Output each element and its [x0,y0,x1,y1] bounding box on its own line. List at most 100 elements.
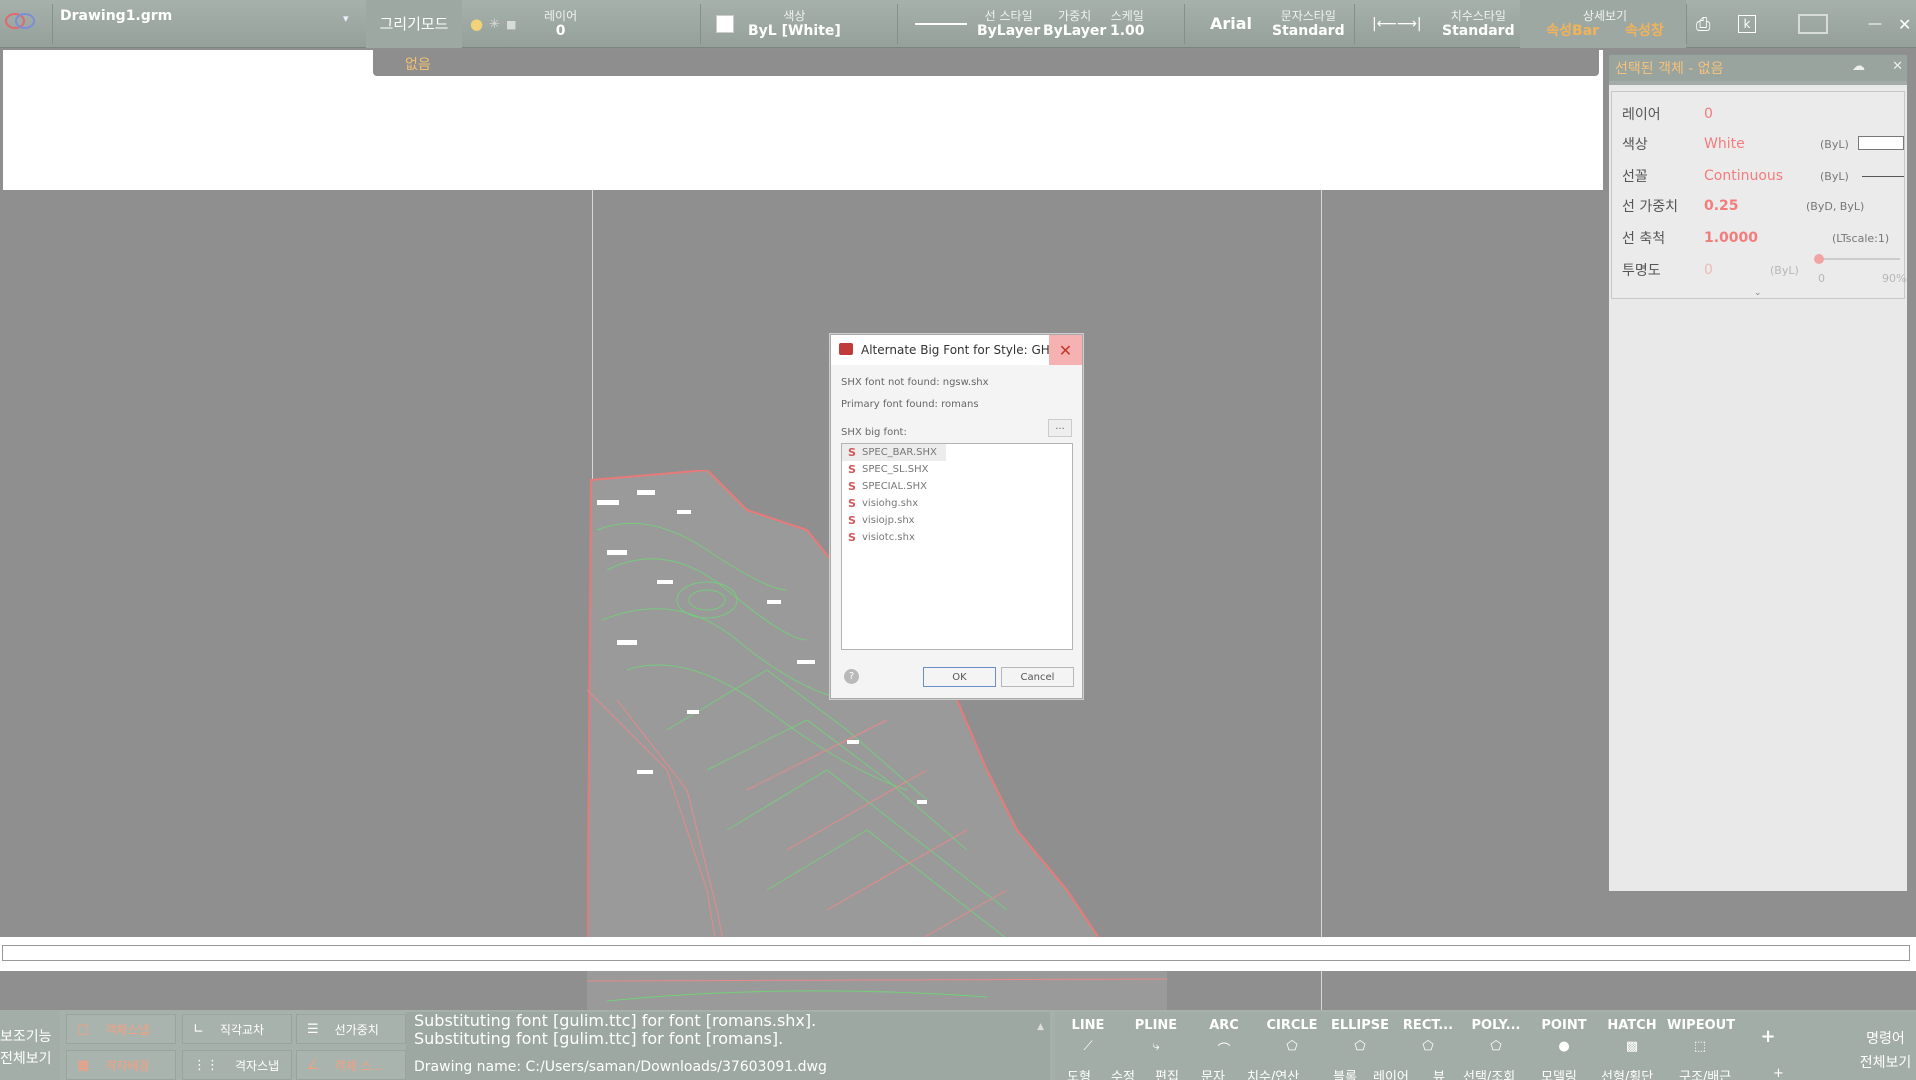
property-row-lineweight[interactable]: 선 가중치 0.25 (ByD, ByL) [1622,196,1902,216]
lineweight-button[interactable]: ☰ 선가중치 [296,1014,406,1044]
tab-dimension[interactable]: 치수/연산 [1247,1066,1299,1080]
tab-view[interactable]: 뷰 [1433,1066,1445,1080]
lightbulb-icon[interactable]: ● [470,15,483,33]
line-icon: ⟋ [1083,1039,1093,1054]
list-item[interactable]: S SPEC_BAR.SHX [842,444,946,461]
command-log[interactable]: Substituting font [gulim.ttc] for font [… [406,1012,1050,1080]
tool-circle[interactable]: CIRCLE ⬠ [1259,1018,1325,1054]
font-list[interactable]: S SPEC_BAR.SHX S SPEC_SL.SHX S SPECIAL.SHX … [841,443,1073,650]
tool-hatch[interactable]: HATCH ▩ [1599,1018,1665,1054]
tab-alignment[interactable]: 선형/횡단 [1601,1066,1653,1080]
document-title[interactable]: Drawing1.grm [60,8,172,24]
print-icon[interactable]: ⎙ [1696,14,1710,35]
tab-modeling[interactable]: 모델링 [1541,1066,1577,1080]
textstyle-selector[interactable]: 문자스타일 Standard [1272,0,1345,48]
layout-subbar: 없음 [373,50,1599,76]
grid-background-button[interactable]: ▦ 격자배경 [66,1050,176,1080]
tab-modify[interactable]: 수정 [1111,1066,1135,1080]
panel-title: 선택된 객체 - 없음 [1615,61,1724,77]
grid-snap-button[interactable]: ⋮⋮ 격자스냅 [182,1050,292,1080]
scale-selector[interactable]: 스케일 1.00 [1110,0,1145,48]
collapse-chevron-icon[interactable]: ⌄ [1754,288,1762,298]
tab-block[interactable]: 블록 [1333,1066,1357,1080]
ok-button[interactable]: OK [923,667,996,687]
tool-wipeout[interactable]: WIPEOUT ⬚ [1667,1018,1735,1054]
panel-close-icon[interactable]: ✕ [1892,59,1903,74]
dialog-app-icon [839,343,853,355]
pline-icon: ⤷ [1152,1039,1160,1054]
property-row-color[interactable]: 색상 White (ByL) [1622,134,1904,154]
color-swatch[interactable] [716,15,734,33]
log-scroll-up-icon[interactable]: ▲ [1037,1018,1044,1036]
tool-point[interactable]: POINT ● [1531,1018,1597,1054]
add-tool-button[interactable]: + [1735,1026,1801,1047]
tab-layer[interactable]: 레이어 [1373,1066,1409,1080]
tab-edit[interactable]: 편집 [1155,1066,1179,1080]
tool-rect[interactable]: RECT... ⬠ [1395,1018,1461,1054]
dimstyle-selector[interactable]: 치수스타일 Standard [1442,0,1515,48]
tab-add[interactable]: + [1773,1066,1784,1080]
property-bar-toggle[interactable]: 속성Bar [1546,23,1599,39]
monitor-icon[interactable] [1798,14,1828,34]
horizontal-scrollbar[interactable] [0,937,1916,971]
object-snap-button[interactable]: □ 객체스냅 [66,1014,176,1044]
transparency-slider-handle[interactable] [1814,254,1824,264]
detail-view-label: 상세보기 [1582,8,1628,23]
polygon-icon: ⬠ [1490,1039,1502,1054]
help-icon[interactable]: ? [844,669,859,684]
tab-structure[interactable]: 구조/배근 [1679,1066,1731,1080]
circle-icon: ⬠ [1286,1039,1298,1054]
property-row-linetype[interactable]: 선꼴 Continuous (ByL) [1622,166,1904,186]
full-view-label[interactable]: 전체보기 [0,1048,52,1068]
aux-functions-label[interactable]: 보조기능 [0,1026,52,1046]
command-panel-toggle[interactable]: 명령어 전체보기 [1855,1012,1916,1080]
ortho-button[interactable]: ∟ 직각교차 [182,1014,292,1044]
minimize-icon[interactable]: — [1868,16,1882,32]
property-row-linescale[interactable]: 선 축척 1.0000 (LTscale:1) [1622,228,1902,248]
property-window-toggle[interactable]: 속성창 [1625,23,1664,39]
list-item[interactable]: Svisiojp.shx [842,512,1072,529]
dialog-message-missing: SHX font not found: ngsw.shx [841,377,989,388]
tool-ellipse[interactable]: ELLIPSE ⬠ [1327,1018,1393,1054]
document-dropdown-icon[interactable]: ▾ [343,12,349,25]
color-preview-box [1858,136,1904,150]
subbar-label: 없음 [405,57,431,73]
list-item[interactable]: S SPECIAL.SHX [842,478,1072,495]
shx-file-icon: S [848,497,856,510]
cad-drawing-lower [587,971,1167,1010]
draw-mode-button[interactable]: 그리기모드 [366,0,462,48]
object-snap-tracking-button[interactable]: ∠ 객체 스... [296,1050,406,1080]
cloud-icon[interactable]: ☁ [1852,59,1865,74]
list-item[interactable]: Svisiotc.shx [842,529,1072,546]
list-item[interactable]: Svisiohg.shx [842,495,1072,512]
app-logo-icon [5,13,35,29]
k-button[interactable]: k [1738,15,1756,33]
property-row-layer[interactable]: 레이어 0 [1622,104,1902,124]
wipeout-icon: ⬚ [1693,1039,1707,1054]
linestyle-selector[interactable]: 선 스타일 ByLayer [977,0,1040,48]
tab-shape[interactable]: 도형 [1067,1066,1091,1080]
weight-selector[interactable]: 가중치 ByLayer [1043,0,1106,48]
lock-icon[interactable]: ■ [506,18,516,31]
tool-line[interactable]: LINE ⟋ [1055,1018,1121,1054]
property-row-transparency[interactable]: 투명도 0 (ByL) 0 90 % [1622,254,1906,285]
dialog-close-icon[interactable]: ✕ [1049,335,1082,365]
list-item[interactable]: S SPEC_SL.SHX [842,461,1072,478]
dialog-titlebar[interactable]: Alternate Big Font for Style: GHS... ✕ [831,335,1082,365]
layer-selector[interactable]: 레이어 0 [544,0,577,48]
color-selector[interactable]: 색상 ByL [White] [748,0,841,48]
tab-text[interactable]: 문자 [1201,1066,1225,1080]
tool-arc[interactable]: ARC ⌒ [1191,1018,1257,1058]
log-line: Drawing name: C:/Users/saman/Downloads/3… [414,1059,827,1075]
cancel-button[interactable]: Cancel [1001,667,1074,687]
font-selector[interactable]: Arial [1210,0,1252,48]
tab-select[interactable]: 선택/조회 [1463,1066,1515,1080]
transparency-slider[interactable] [1816,258,1900,260]
close-window-icon[interactable]: ✕ [1898,15,1911,34]
log-line: Substituting font [gulim.ttc] for font [… [414,1011,817,1030]
dialog-list-label: SHX big font: [841,427,907,438]
tool-pline[interactable]: PLINE ⤷ [1123,1018,1189,1054]
tool-poly[interactable]: POLY... ⬠ [1463,1018,1529,1054]
sun-icon[interactable]: ✳ [489,17,500,32]
browse-button[interactable]: ... [1048,419,1072,437]
